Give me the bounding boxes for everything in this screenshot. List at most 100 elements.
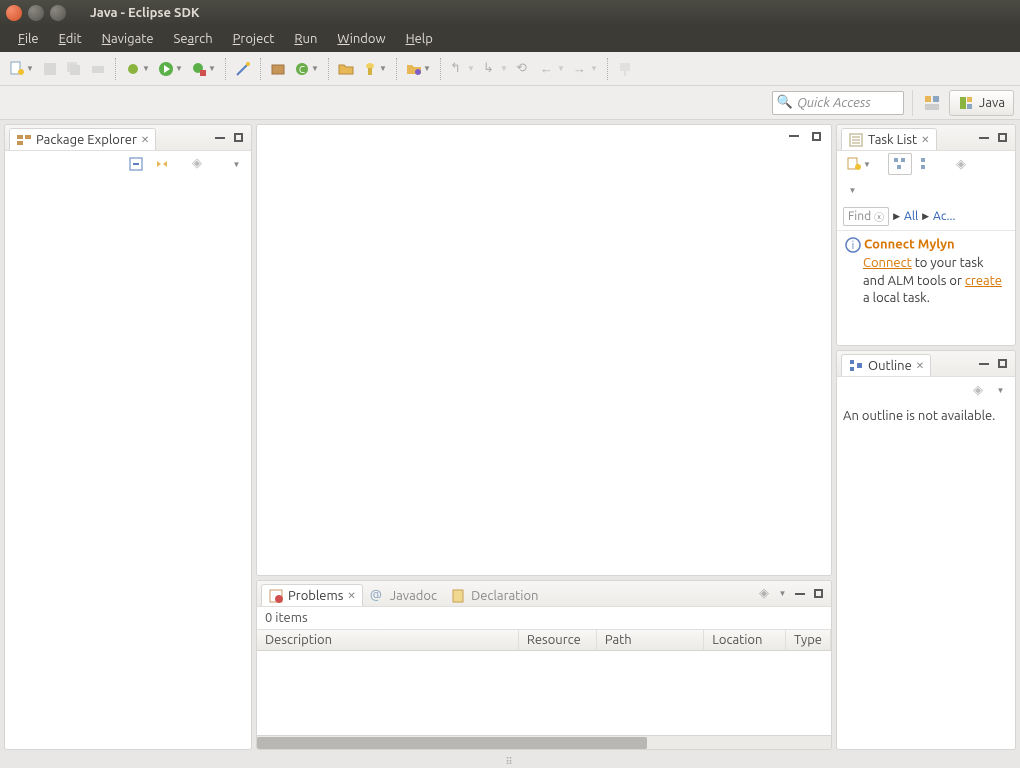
col-resource[interactable]: Resource: [519, 630, 597, 650]
outline-toolbar: ◈ ▼: [837, 377, 1015, 403]
link-editor-button[interactable]: [151, 153, 173, 175]
print-button[interactable]: [87, 58, 109, 80]
menu-search[interactable]: Search: [164, 30, 223, 48]
declaration-tab[interactable]: Declaration: [444, 584, 545, 606]
close-icon[interactable]: ✕: [141, 134, 149, 146]
view-menu-button[interactable]: ▼: [991, 379, 1009, 401]
menu-file[interactable]: File: [8, 30, 49, 48]
maximize-view-button[interactable]: [995, 357, 1009, 371]
menu-window[interactable]: Window: [327, 30, 395, 48]
minimize-view-button[interactable]: [213, 131, 227, 145]
menu-help[interactable]: Help: [396, 30, 443, 48]
nav-next-annotation-button[interactable]: ↳▼: [480, 58, 511, 80]
open-type-button[interactable]: [335, 58, 357, 80]
link-arrows-icon: [154, 156, 170, 172]
window-title: Java - Eclipse SDK: [90, 6, 200, 20]
filter-activate[interactable]: Ac...: [933, 210, 955, 223]
package-explorer-tabstrip: Package Explorer ✕: [5, 125, 251, 151]
mylyn-connector-box: i Connect Mylyn Connect to your task and…: [837, 231, 1015, 314]
outline-tab[interactable]: Outline ✕: [841, 354, 931, 376]
status-resize-grip[interactable]: ⠿: [0, 754, 1020, 768]
outline-tabstrip: Outline ✕: [837, 351, 1015, 377]
col-description[interactable]: Description: [257, 630, 519, 650]
clear-icon[interactable]: ⓧ: [874, 209, 884, 224]
debug-button[interactable]: ▼: [122, 58, 153, 80]
nav-prev-annotation-button[interactable]: ↰▼: [447, 58, 478, 80]
focus-workweek-button[interactable]: ◈: [952, 153, 970, 175]
forward-button[interactable]: →▼: [570, 58, 601, 80]
maximize-view-button[interactable]: [995, 131, 1009, 145]
find-input[interactable]: Findⓧ: [843, 207, 889, 226]
menu-edit[interactable]: Edit: [49, 30, 92, 48]
print-icon: [90, 61, 106, 77]
last-edit-button[interactable]: ⟲: [513, 58, 535, 80]
pin-editor-button[interactable]: [614, 58, 636, 80]
window-maximize-button[interactable]: [50, 5, 66, 21]
col-type[interactable]: Type: [786, 630, 831, 650]
external-tools-button[interactable]: ▼: [188, 58, 219, 80]
task-filter-row: Findⓧ ▶ All ▶ Ac...: [837, 203, 1015, 231]
view-menu-button[interactable]: ▼: [773, 583, 791, 605]
focus-task-button[interactable]: ◈: [189, 153, 211, 175]
declaration-icon: [451, 588, 467, 604]
task-list-icon: [848, 132, 864, 148]
package-explorer-tab[interactable]: Package Explorer ✕: [9, 128, 156, 150]
new-package-button[interactable]: [267, 58, 289, 80]
col-location[interactable]: Location: [704, 630, 786, 650]
new-button[interactable]: ▼: [6, 58, 37, 80]
svg-text:i: i: [852, 240, 855, 252]
view-menu-button[interactable]: ▼: [843, 179, 861, 201]
maximize-view-button[interactable]: [811, 587, 825, 601]
problems-tab[interactable]: Problems ✕: [261, 584, 363, 606]
minimize-view-button[interactable]: [977, 357, 991, 371]
open-perspective-button[interactable]: [921, 92, 943, 114]
focus-task-button[interactable]: ◈: [755, 583, 773, 605]
col-path[interactable]: Path: [597, 630, 704, 650]
search-button[interactable]: ▼: [359, 58, 390, 80]
task-list-tab[interactable]: Task List ✕: [841, 128, 937, 150]
back-button[interactable]: ←▼: [537, 58, 568, 80]
arrow-back-edit-icon: ⟲: [516, 61, 532, 77]
package-explorer-title: Package Explorer: [36, 133, 137, 147]
save-button[interactable]: [39, 58, 61, 80]
javadoc-tab[interactable]: @ Javadoc: [363, 584, 444, 606]
focus-task-button[interactable]: ◈: [969, 379, 987, 401]
scheduled-button[interactable]: [916, 153, 938, 175]
run-external-icon: [191, 61, 207, 77]
view-menu-button[interactable]: ▼: [227, 153, 245, 175]
filter-all[interactable]: All: [904, 210, 918, 223]
quick-access-input[interactable]: 🔍 Quick Access: [772, 91, 904, 115]
window-close-button[interactable]: [6, 5, 22, 21]
minimize-view-button[interactable]: [793, 587, 807, 601]
java-perspective-button[interactable]: Java: [949, 90, 1014, 116]
close-icon[interactable]: ✕: [921, 134, 929, 146]
editor-maximize-button[interactable]: [809, 129, 823, 143]
run-button[interactable]: ▼: [155, 58, 186, 80]
editor-minimize-button[interactable]: [787, 129, 801, 143]
new-class-button[interactable]: C▼: [291, 58, 322, 80]
close-icon[interactable]: ✕: [347, 590, 355, 602]
maximize-view-button[interactable]: [231, 131, 245, 145]
horizontal-scrollbar[interactable]: [257, 735, 831, 749]
open-task-button[interactable]: ▼: [403, 58, 434, 80]
outline-body: An outline is not available.: [837, 403, 1015, 749]
menu-navigate[interactable]: Navigate: [92, 30, 164, 48]
mylyn-connect-link[interactable]: Connect: [863, 256, 912, 270]
new-task-button[interactable]: ▼: [843, 153, 874, 175]
minimize-view-button[interactable]: [977, 131, 991, 145]
task-list-tabstrip: Task List ✕: [837, 125, 1015, 151]
bottom-tabstrip: Problems ✕ @ Javadoc Declaration ◈ ▼: [257, 581, 831, 607]
package-explorer-toolbar: ◈ ▼: [5, 151, 251, 177]
menu-project[interactable]: Project: [223, 30, 285, 48]
close-icon[interactable]: ✕: [916, 360, 924, 372]
scheduled-icon: [919, 156, 935, 172]
outline-view: Outline ✕ ◈ ▼ An outline is not availabl…: [836, 350, 1016, 750]
window-minimize-button[interactable]: [28, 5, 44, 21]
mylyn-create-link[interactable]: create: [965, 274, 1002, 288]
save-all-button[interactable]: [63, 58, 85, 80]
collapse-all-button[interactable]: [125, 153, 147, 175]
menu-run[interactable]: Run: [284, 30, 327, 48]
menubar: File Edit Navigate Search Project Run Wi…: [0, 26, 1020, 52]
categorized-button[interactable]: [888, 153, 912, 175]
new-java-package-button[interactable]: [232, 58, 254, 80]
